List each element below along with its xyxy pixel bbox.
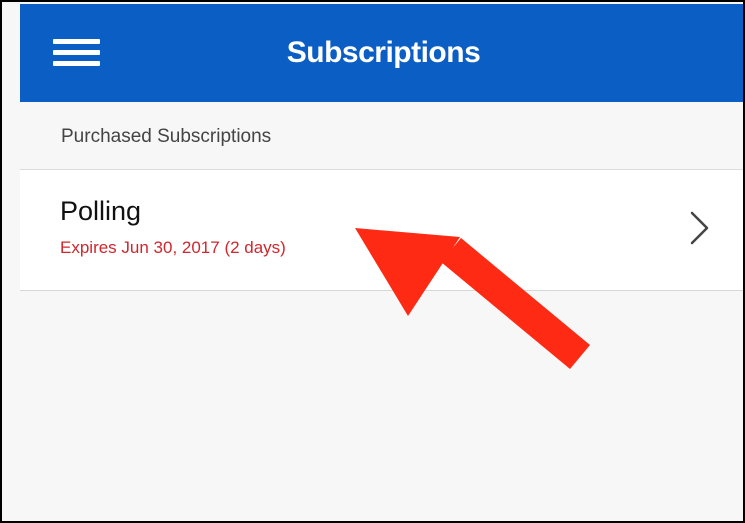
hamburger-menu-icon[interactable] — [53, 31, 100, 69]
subscription-expiry: Expires Jun 30, 2017 (2 days) — [60, 238, 286, 257]
chevron-right-icon — [690, 211, 709, 245]
app-screen: Subscriptions Purchased Subscriptions Po… — [0, 0, 745, 523]
menu-line — [53, 39, 100, 44]
page-title: Subscriptions — [286, 36, 481, 69]
app-bar: Subscriptions — [20, 4, 743, 102]
section-header: Purchased Subscriptions — [20, 102, 743, 170]
subscription-row[interactable]: Polling Expires Jun 30, 2017 (2 days) — [20, 170, 743, 291]
menu-line — [53, 50, 100, 55]
section-header-label: Purchased Subscriptions — [61, 126, 272, 147]
menu-line — [53, 61, 100, 66]
subscription-name: Polling — [60, 196, 142, 226]
